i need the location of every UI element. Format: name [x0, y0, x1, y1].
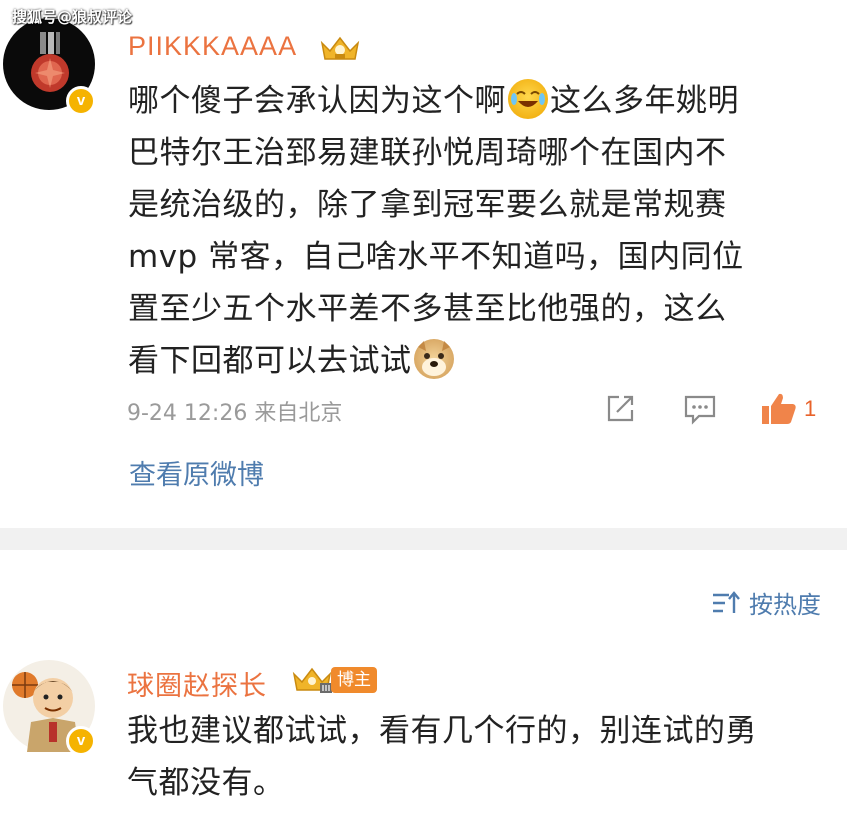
- comment-line: 置至少五个水平差不多甚至比他强的，这么: [128, 291, 727, 327]
- comment-line: 巴特尔王治郅易建联孙悦周琦哪个在国内不: [128, 135, 727, 171]
- username[interactable]: 球圈赵探长: [127, 664, 267, 703]
- laugh-cry-emoji: [508, 79, 548, 119]
- crown-badge-icon: [292, 667, 332, 693]
- comment-line: 我也建议都试试，看有几个行的，别连试的勇: [127, 713, 757, 749]
- avatar[interactable]: v: [3, 660, 96, 756]
- username[interactable]: PIIKKKAAAA: [128, 31, 297, 62]
- like-icon: [762, 393, 796, 424]
- sort-label: 按热度: [749, 591, 821, 619]
- view-original-link[interactable]: 查看原微博: [129, 453, 264, 492]
- host-tag: 博主: [331, 667, 377, 693]
- watermark: 搜狐号@狼叔评论: [12, 8, 133, 26]
- verified-badge-icon: v: [66, 726, 96, 756]
- sort-icon: [713, 590, 740, 613]
- comment-text: 我也建议都试试，看有几个行的，别连试的勇 气都没有。: [127, 705, 757, 809]
- share-button[interactable]: [603, 392, 637, 426]
- comment-text: 哪个傻子会承认因为这个啊 这么多年姚明 巴特尔王治郅易建联孙悦周琦哪个在国内不 是…: [128, 75, 744, 387]
- comment-button[interactable]: [683, 392, 717, 426]
- share-icon: [607, 395, 634, 422]
- section-divider: [0, 528, 847, 550]
- comment-line: 是统治级的，除了拿到冠军要么就是常规赛: [128, 187, 727, 223]
- sort-by-hot-button[interactable]: 按热度: [711, 585, 821, 620]
- comment-card: v PIIKKKAAAA 哪个傻子会承认因为这个啊 这么多年姚明 巴特尔王治郅易建…: [0, 0, 847, 525]
- comment-timestamp: 9-24 12:26 来自北京: [127, 401, 343, 426]
- avatar[interactable]: v: [3, 18, 96, 116]
- verified-badge-icon: v: [66, 86, 96, 116]
- comment-line: 这么多年姚明: [550, 83, 739, 119]
- doge-emoji: [413, 339, 454, 379]
- like-button[interactable]: 1: [760, 392, 816, 426]
- comment-line: 看下回都可以去试试: [128, 343, 412, 379]
- comment-line: 哪个傻子会承认因为这个啊: [128, 83, 506, 119]
- like-count: 1: [804, 396, 817, 421]
- crown-badge-icon: [320, 36, 360, 60]
- comment-icon: [684, 395, 716, 425]
- comment-line: mvp 常客，自己啥水平不知道吗，国内同位: [128, 239, 744, 275]
- comment-line: 气都没有。: [127, 765, 285, 801]
